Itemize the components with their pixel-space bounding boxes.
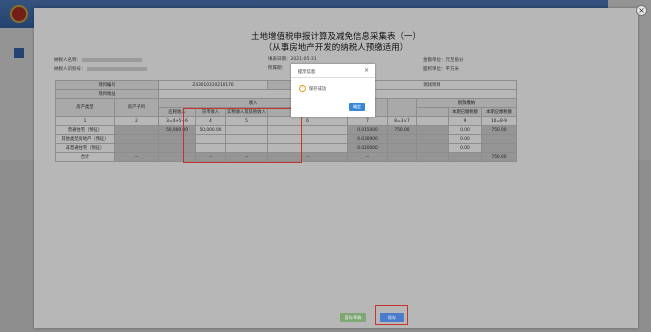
row-tax <box>387 134 417 144</box>
row-type: 非普通住宅（预征） <box>55 143 115 153</box>
form-window: 土地增值税申报计算及减免信息采集表（一） （从事房地产开发的纳税人预缴适用） 纳… <box>34 8 638 328</box>
total-dash <box>387 152 417 162</box>
row-type: 其他类型房地产（预征） <box>55 134 115 144</box>
close-icon[interactable]: × <box>636 5 647 16</box>
row-rate: 0.030000 <box>347 134 388 144</box>
total-dash: -- <box>114 152 159 162</box>
header-paid: 本期已缴税额 <box>448 107 482 117</box>
taxpayer-name: 纳税人名称： <box>54 57 143 63</box>
belong-period-label: 所属期： <box>268 66 286 71</box>
dialog-title: 提示信息 <box>298 70 316 75</box>
row-blank <box>416 125 449 135</box>
submit-button[interactable]: 保存 <box>380 313 404 322</box>
row-subcode <box>114 125 159 135</box>
header-tax <box>387 98 417 117</box>
header-subcode: 房产子目 <box>114 98 159 117</box>
row-subcode <box>114 143 159 153</box>
taxpayer-name-value <box>82 57 143 62</box>
highlight-income-inputs <box>183 108 302 163</box>
fill-date: 填表日期：2021-05-31 <box>268 56 317 62</box>
dialog-message: 保存成功 <box>309 87 327 92</box>
taxpayer-id: 纳税人识别号： <box>54 66 147 72</box>
dialog-divider <box>291 77 375 78</box>
header-blank <box>416 107 449 117</box>
total-dash <box>448 152 482 162</box>
total-dash <box>416 152 449 162</box>
warning-icon: ! <box>299 85 306 92</box>
area-unit: 面积单位：平方米 <box>423 67 459 72</box>
alert-dialog: 提示信息 × ! 保存成功 确定 <box>291 64 375 117</box>
total-dash: -- <box>347 152 388 162</box>
project-no-label: 项目编号 <box>55 80 159 90</box>
header-tax-group: 税款缴纳 <box>416 98 517 108</box>
row-paid-input[interactable]: 0.00 <box>448 143 482 153</box>
total-label: 合计 <box>55 152 115 162</box>
fill-date-value: 2021-05-31 <box>290 57 317 62</box>
row-payable <box>481 143 517 153</box>
ok-button[interactable]: 确定 <box>349 103 365 111</box>
col-num-1: 1 <box>55 116 115 126</box>
project-no-value: Z43010310210176 <box>158 80 268 90</box>
col-num-10: 10=8-9 <box>481 116 517 126</box>
form-subtitle: （从事房地产开发的纳税人预缴适用） <box>263 43 409 53</box>
col-num-9: 9 <box>448 116 482 126</box>
row-payable: 750.00 <box>481 125 517 135</box>
header-type: 房产类型 <box>55 98 115 117</box>
belong-period: 所属期： <box>268 65 286 71</box>
row-type: 普通住宅（预征） <box>55 125 115 135</box>
col-num-7: 7 <box>347 116 388 126</box>
col-num-blank <box>416 116 449 126</box>
col-num-8: 8=3×7 <box>387 116 417 126</box>
save-draft-button[interactable]: 暂存草稿 <box>340 313 366 322</box>
row-rate: 0.020000 <box>347 143 388 153</box>
row-subcode <box>114 134 159 144</box>
row-blank <box>416 143 449 153</box>
row-rate: 0.015000 <box>347 125 388 135</box>
row-blank <box>416 134 449 144</box>
row-tax <box>387 143 417 153</box>
project-addr-label: 项目地址 <box>55 89 159 99</box>
total-value: 750.00 <box>481 152 517 162</box>
amount-unit: 金额单位：元至角分 <box>423 58 464 63</box>
taxpayer-name-label: 纳税人名称： <box>54 58 81 63</box>
row-paid-input[interactable]: 0.00 <box>448 134 482 144</box>
row-paid-input[interactable]: 0.00 <box>448 125 482 135</box>
taxpayer-id-value <box>86 66 147 71</box>
row-payable <box>481 134 517 144</box>
fill-date-label: 填表日期： <box>268 57 291 62</box>
col-num-2: 2 <box>114 116 159 126</box>
header-payable: 本期应缴税额 <box>481 107 517 117</box>
row-tax: 750.00 <box>387 125 417 135</box>
dialog-close-icon[interactable]: × <box>364 67 369 74</box>
taxpayer-id-label: 纳税人识别号： <box>54 67 86 72</box>
